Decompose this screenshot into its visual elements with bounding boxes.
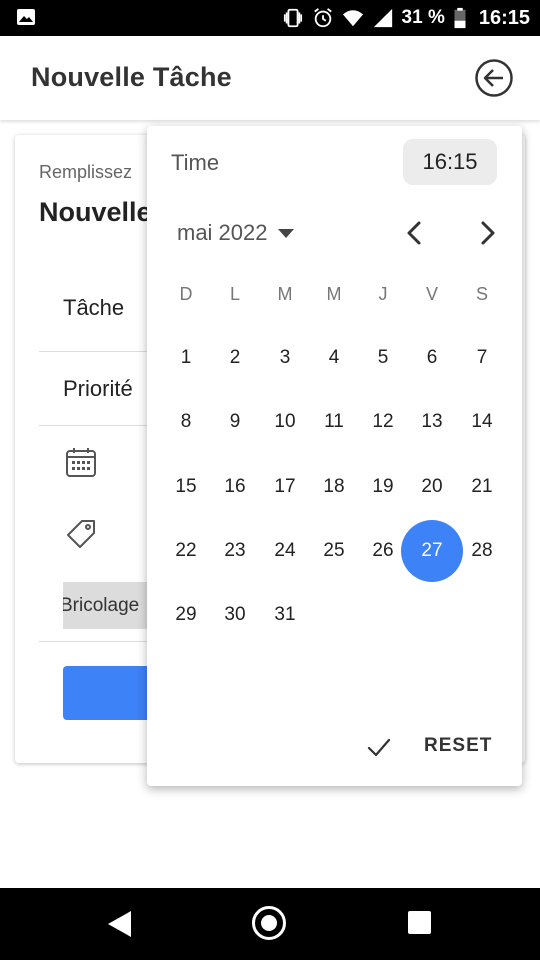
- clock: 16:15: [478, 6, 530, 29]
- chevron-right-icon[interactable]: [473, 218, 501, 248]
- calendar-day[interactable]: 25: [309, 536, 359, 566]
- calendar-day[interactable]: 22: [161, 536, 211, 566]
- calendar-day[interactable]: 8: [161, 407, 211, 437]
- task-field-label[interactable]: Tâche: [63, 295, 124, 321]
- calendar-day[interactable]: 16: [210, 472, 260, 502]
- time-label: Time: [171, 150, 220, 175]
- weekday-label: J: [378, 284, 388, 304]
- calendar-icon[interactable]: [65, 446, 97, 478]
- date-time-picker: Time 16:15 mai 2022 D L M M J V S 1 2 3 4 5 6 7 8 9 10 11…: [147, 126, 522, 786]
- app-bar: Nouvelle Tâche: [0, 36, 540, 120]
- calendar-day[interactable]: 9: [210, 407, 260, 437]
- calendar-day[interactable]: 24: [260, 536, 310, 566]
- calendar-day[interactable]: 14: [457, 407, 507, 437]
- status-bar: 31 % 16:15: [0, 0, 540, 36]
- calendar-day[interactable]: 21: [457, 472, 507, 502]
- calendar-day[interactable]: 3: [260, 343, 310, 373]
- vibrate-icon: [283, 8, 302, 28]
- calendar-day[interactable]: 30: [210, 600, 260, 630]
- chevron-left-icon[interactable]: [401, 218, 429, 248]
- signal-icon: [373, 8, 392, 28]
- calendar-day[interactable]: 12: [358, 407, 408, 437]
- weekday-label: D: [179, 284, 193, 304]
- calendar-day[interactable]: 28: [457, 536, 507, 566]
- calendar-day[interactable]: 13: [407, 407, 457, 437]
- image-icon: [17, 9, 35, 25]
- battery-percent: 31 %: [401, 7, 445, 28]
- calendar-day[interactable]: 18: [309, 472, 359, 502]
- time-input[interactable]: 16:15: [403, 139, 497, 185]
- calendar-day[interactable]: 6: [407, 343, 457, 373]
- calendar-day[interactable]: 11: [309, 407, 359, 437]
- reset-button[interactable]: RESET: [424, 735, 492, 757]
- calendar-day[interactable]: 31: [260, 600, 310, 630]
- weekday-label: S: [475, 284, 488, 304]
- calendar-day[interactable]: 1: [161, 343, 211, 373]
- chip-label: Bricolage: [63, 595, 140, 616]
- page-title: Nouvelle Tâche: [31, 62, 232, 92]
- card-subtitle: Remplissez: [39, 162, 133, 182]
- calendar-day[interactable]: 23: [210, 536, 260, 566]
- weekday-label: M: [277, 284, 293, 304]
- calendar-day[interactable]: 19: [358, 472, 408, 502]
- weekday-label: V: [425, 284, 438, 304]
- calendar-day[interactable]: 15: [161, 472, 211, 502]
- calendar-day[interactable]: 29: [161, 600, 211, 630]
- month-label: mai 2022: [177, 220, 268, 245]
- card-title: Nouvelle: [39, 197, 152, 227]
- month-year-selector[interactable]: mai 2022: [177, 220, 294, 246]
- calendar-day[interactable]: 20: [407, 472, 457, 502]
- calendar-day[interactable]: 17: [260, 472, 310, 502]
- arrow-left-circle-icon[interactable]: [474, 58, 514, 98]
- weekday-label: L: [229, 284, 240, 304]
- calendar-day[interactable]: 4: [309, 343, 359, 373]
- weekday-label: M: [326, 284, 342, 304]
- calendar-day[interactable]: 7: [457, 343, 507, 373]
- home-circle-icon: [261, 915, 277, 931]
- tag-icon[interactable]: [65, 518, 97, 550]
- alarm-icon: [313, 8, 332, 28]
- calendar-day[interactable]: 5: [358, 343, 408, 373]
- wifi-icon: [342, 10, 363, 27]
- recents-square-icon[interactable]: [408, 911, 431, 934]
- home-button[interactable]: [252, 906, 286, 940]
- battery-icon: [454, 7, 466, 29]
- calendar-day[interactable]: 2: [210, 343, 260, 373]
- dropdown-arrow-icon: [277, 228, 294, 238]
- check-icon[interactable]: [366, 734, 392, 760]
- priority-field-label[interactable]: Priorité: [63, 376, 133, 402]
- back-triangle-icon[interactable]: [104, 909, 134, 939]
- selected-day[interactable]: 27: [407, 536, 457, 566]
- calendar-day[interactable]: 10: [260, 407, 310, 437]
